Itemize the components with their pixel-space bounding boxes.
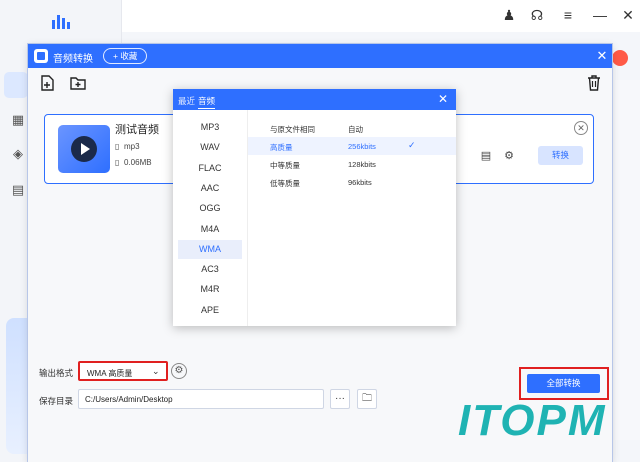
tab-audio[interactable]: 音频 (198, 95, 216, 109)
menu-icon[interactable]: ≡ (559, 6, 577, 24)
app-logo-icon (52, 15, 70, 29)
quality-name: 中等质量 (270, 161, 300, 170)
trash-icon[interactable] (585, 74, 603, 92)
sidebar-grid-icon[interactable]: ▦ (10, 112, 26, 128)
play-icon[interactable] (71, 136, 97, 162)
format-item-aac[interactable]: AAC (178, 179, 242, 198)
file-name: 测试音频 (115, 124, 159, 136)
window-minimize-icon[interactable]: — (591, 6, 609, 24)
save-dir-value: C:/Users/Admin/Desktop (85, 395, 173, 404)
output-format-label: 输出格式 (39, 368, 74, 378)
dialog-close-button[interactable]: ✕ (594, 47, 610, 65)
quality-name: 高质量 (270, 143, 293, 152)
convert-all-button[interactable]: 全部转换 (527, 374, 600, 393)
format-item-wav[interactable]: WAV (178, 138, 242, 157)
output-format-select[interactable]: WMA 高质量 ⌄ (78, 361, 168, 381)
save-dir-label: 保存目录 (39, 396, 74, 406)
format-item-mp3[interactable]: MP3 (178, 118, 242, 137)
format-panel-header: 最近 音频 ✕ (173, 89, 456, 110)
file-size: 0.06MB (124, 158, 152, 167)
format-item-m4a[interactable]: M4A (178, 220, 242, 239)
quality-row[interactable]: 高质量 256kbits ✓ (248, 137, 456, 155)
convert-button[interactable]: 转换 (538, 146, 583, 165)
add-folder-icon[interactable] (69, 74, 87, 92)
quality-bitrate: 256kbits (348, 142, 376, 151)
file-format-icon: ▯ (115, 142, 120, 151)
sidebar-doc-icon[interactable]: ▤ (10, 182, 26, 198)
remove-file-icon[interactable]: ✕ (574, 121, 588, 135)
dialog-app-icon (34, 49, 48, 63)
browse-more-button[interactable]: ··· (330, 389, 350, 409)
checkmark-icon: ✓ (408, 140, 416, 150)
format-item-m4r[interactable]: M4R (178, 280, 242, 299)
sidebar-cube-icon[interactable]: ◈ (10, 146, 26, 162)
support-headset-icon[interactable]: ☊ (528, 6, 546, 24)
output-format-value: WMA 高质量 (87, 369, 133, 378)
quality-name: 与原文件相同 (270, 125, 315, 134)
right-panel (615, 80, 640, 440)
format-item-ogg[interactable]: OGG (178, 199, 242, 218)
format-item-flac[interactable]: FLAC (178, 159, 242, 178)
dialog-title: 音频转换 (53, 54, 93, 65)
hot-badge-icon[interactable] (612, 50, 628, 66)
open-folder-icon[interactable]: 🗀 (357, 389, 377, 409)
watermark: ITOPM (458, 396, 607, 445)
user-avatar-icon[interactable]: ♟ (500, 6, 518, 24)
quality-name: 低等质量 (270, 179, 300, 188)
format-panel-close-icon[interactable]: ✕ (438, 92, 448, 106)
format-item-ape[interactable]: APE (178, 301, 242, 320)
quality-row[interactable]: 与原文件相同 自动 (248, 119, 456, 137)
quality-bitrate: 128kbits (348, 160, 376, 169)
quality-bitrate: 96kbits (348, 178, 372, 187)
file-settings-icon[interactable]: ⚙ (502, 149, 516, 163)
format-panel: 最近 音频 ✕ MP3 WAV FLAC AAC OGG M4A WMA AC3 M4R APE … (173, 89, 456, 326)
file-size-icon: ▯ (115, 158, 120, 167)
file-info-icon[interactable]: ▤ (479, 149, 493, 163)
favorite-button[interactable]: + 收藏 (103, 48, 148, 64)
format-item-wma[interactable]: WMA (178, 239, 242, 259)
add-file-icon[interactable] (39, 74, 57, 92)
dialog-title-bar: 音频转换 + 收藏 ✕ (28, 44, 612, 68)
file-format: mp3 (124, 142, 140, 151)
save-dir-field[interactable]: C:/Users/Admin/Desktop (78, 389, 324, 409)
quality-row[interactable]: 低等质量 96kbits (248, 173, 456, 191)
format-list: MP3 WAV FLAC AAC OGG M4A WMA AC3 M4R APE (173, 110, 247, 326)
sidebar-active-item[interactable] (4, 72, 28, 98)
audio-thumbnail (58, 125, 110, 173)
window-close-icon[interactable]: ✕ (619, 6, 637, 24)
tab-recent[interactable]: 最近 (178, 95, 195, 107)
format-item-ac3[interactable]: AC3 (178, 260, 242, 279)
chevron-down-icon: ⌄ (152, 366, 160, 376)
quality-bitrate: 自动 (348, 125, 363, 134)
format-settings-icon[interactable]: ⚙ (171, 363, 187, 379)
quality-row[interactable]: 中等质量 128kbits (248, 155, 456, 173)
